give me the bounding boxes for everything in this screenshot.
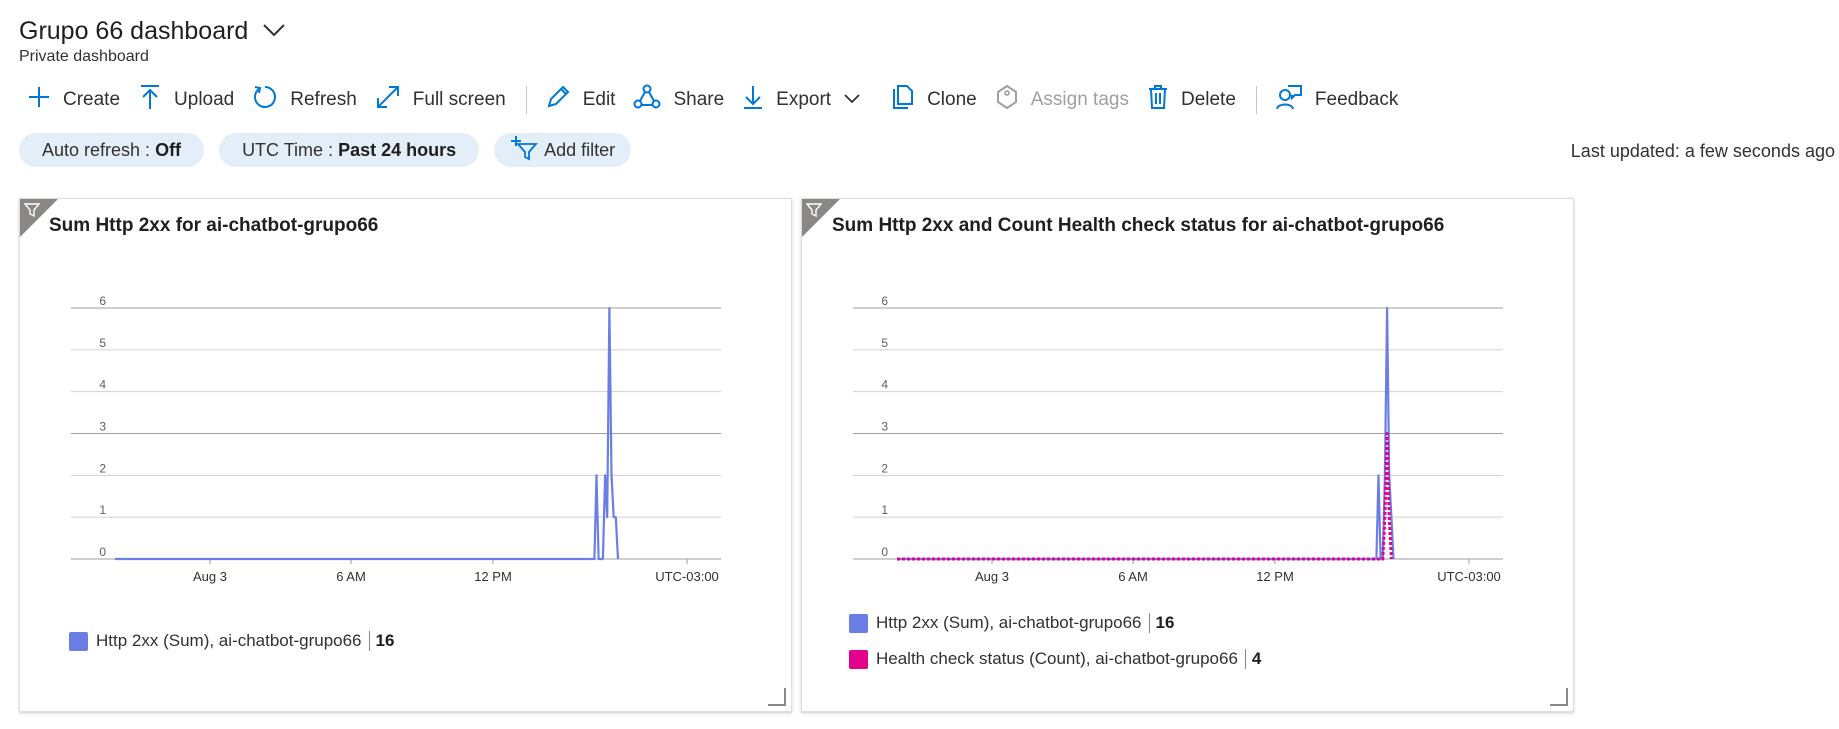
legend-swatch: [849, 613, 868, 633]
legend-item-health[interactable]: Health check status (Count), ai-chatbot-…: [849, 649, 1261, 669]
series-line: [897, 432, 1393, 561]
create-button[interactable]: Create: [19, 82, 130, 118]
legend-swatch: [849, 649, 868, 669]
line-chart: 0 1 2 3 4 5 6 Aug 3 6 AM 12 PM UTC-03:00: [853, 294, 1503, 584]
auto-refresh-label: Auto refresh :: [42, 139, 156, 160]
refresh-button[interactable]: Refresh: [244, 82, 367, 118]
time-range-pill[interactable]: UTC Time : Past 24 hours: [219, 133, 480, 167]
filter-bar: Auto refresh : Off UTC Time : Past 24 ho…: [19, 133, 646, 167]
assign-tags-button[interactable]: Assign tags: [987, 82, 1139, 118]
clone-icon: [891, 84, 927, 116]
feedback-button[interactable]: Feedback: [1267, 82, 1408, 118]
create-label: Create: [63, 89, 121, 110]
dashboard-subtitle: Private dashboard: [19, 48, 149, 65]
time-range-value: Past 24 hours: [338, 139, 457, 160]
y-tick-label: 2: [99, 461, 106, 475]
export-button[interactable]: Export: [734, 82, 883, 118]
trash-icon: [1147, 84, 1181, 116]
y-tick-label: 4: [881, 378, 888, 392]
fullscreen-button[interactable]: Full screen: [367, 82, 516, 118]
legend-divider: [368, 631, 370, 651]
add-filter-label: Add filter: [544, 139, 616, 160]
x-tick-label: UTC-03:00: [655, 569, 719, 584]
y-tick-label: 5: [881, 336, 888, 350]
legend-divider: [1148, 613, 1150, 633]
title-row: Grupo 66 dashboard: [19, 14, 286, 48]
auto-refresh-value: Off: [155, 139, 182, 160]
dashboard-header: Grupo 66 dashboard Private dashboard: [19, 14, 286, 66]
download-icon: [742, 84, 776, 116]
y-tick-label: 3: [881, 420, 888, 434]
y-tick-label: 1: [99, 503, 106, 517]
refresh-icon: [252, 84, 290, 116]
pencil-icon: [545, 84, 583, 116]
x-tick-label: 6 AM: [1118, 569, 1148, 584]
y-tick-label: 6: [881, 294, 888, 308]
expand-icon: [375, 84, 413, 116]
x-tick-label: 12 PM: [1256, 569, 1294, 584]
legend-divider: [1244, 649, 1246, 669]
y-tick-label: 2: [881, 461, 888, 475]
chevron-down-icon: [843, 89, 873, 111]
refresh-label: Refresh: [290, 89, 357, 110]
y-tick-label: 4: [99, 378, 106, 392]
legend-label: Http 2xx (Sum), ai-chatbot-grupo66: [96, 631, 362, 650]
export-label: Export: [776, 89, 832, 110]
legend-label: Health check status (Count), ai-chatbot-…: [876, 649, 1238, 668]
delete-label: Delete: [1180, 89, 1236, 110]
auto-refresh-pill[interactable]: Auto refresh : Off: [19, 133, 205, 167]
tag-icon: [995, 84, 1031, 116]
y-tick-label: 0: [99, 545, 106, 559]
legend-item-http[interactable]: Http 2xx (Sum), ai-chatbot-grupo66 16: [69, 631, 394, 651]
legend-total: 16: [375, 631, 395, 650]
edit-button[interactable]: Edit: [537, 82, 626, 118]
x-tick-label: Aug 3: [193, 569, 227, 584]
clone-button[interactable]: Clone: [883, 82, 987, 118]
share-label: Share: [673, 89, 725, 110]
legend-label: Http 2xx (Sum), ai-chatbot-grupo66: [876, 613, 1142, 632]
x-tick-label: 6 AM: [336, 569, 366, 584]
y-tick-label: 6: [99, 294, 106, 308]
feedback-icon: [1275, 84, 1315, 116]
resize-handle[interactable]: [768, 688, 786, 706]
legend-total: 4: [1251, 649, 1262, 668]
share-icon: [633, 84, 673, 116]
legend-swatch: [69, 631, 88, 651]
feedback-label: Feedback: [1314, 89, 1399, 110]
chart-tile-http[interactable]: Sum Http 2xx for ai-chatbot-grupo66 0123…: [19, 198, 792, 712]
legend-total: 16: [1155, 613, 1175, 632]
x-tick-label: Aug 3: [975, 569, 1009, 584]
dashboard-title: Grupo 66 dashboard: [19, 17, 249, 45]
y-tick-label: 5: [99, 336, 106, 350]
edit-label: Edit: [582, 89, 616, 110]
y-tick-label: 1: [881, 503, 888, 517]
time-range-label: UTC Time :: [242, 139, 339, 160]
upload-button[interactable]: Upload: [130, 82, 244, 118]
delete-button[interactable]: Delete: [1139, 82, 1246, 118]
y-tick-label: 0: [881, 545, 888, 559]
assign-tags-label: Assign tags: [1030, 89, 1129, 110]
resize-handle[interactable]: [1550, 688, 1568, 706]
toolbar-divider: [525, 86, 527, 114]
fullscreen-label: Full screen: [412, 89, 506, 110]
command-bar: Create Upload Refresh Full screen Edit S…: [19, 82, 1408, 118]
upload-label: Upload: [174, 89, 235, 110]
add-filter-icon: [510, 135, 539, 166]
legend-item-http[interactable]: Http 2xx (Sum), ai-chatbot-grupo66 16: [849, 613, 1174, 633]
last-updated-text: Last updated: a few seconds ago: [1570, 141, 1835, 161]
x-tick-label: 12 PM: [474, 569, 512, 584]
add-filter-pill[interactable]: Add filter: [494, 133, 632, 167]
plus-icon: [27, 85, 63, 115]
y-tick-label: 3: [99, 420, 106, 434]
toolbar-divider: [1255, 86, 1257, 114]
upload-icon: [138, 84, 174, 116]
chart-tile-http-health[interactable]: Sum Http 2xx and Count Health check stat…: [801, 198, 1574, 712]
clone-label: Clone: [927, 89, 977, 110]
chevron-down-icon[interactable]: [262, 23, 286, 42]
x-tick-label: UTC-03:00: [1437, 569, 1501, 584]
share-button[interactable]: Share: [625, 82, 734, 118]
